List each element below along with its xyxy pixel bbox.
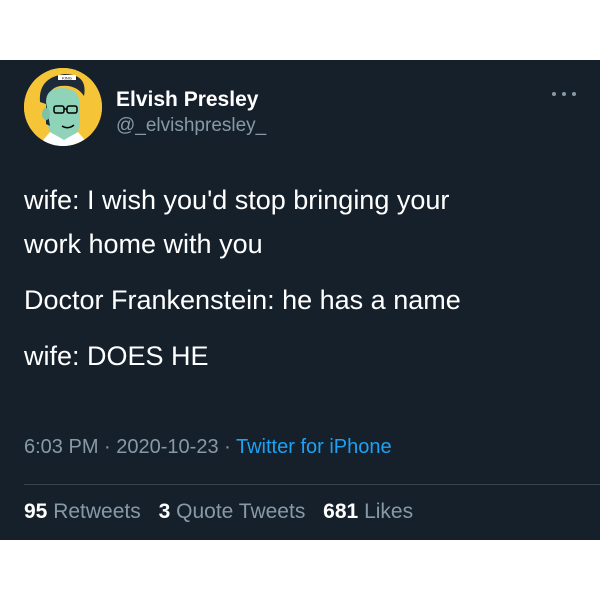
more-dots-icon[interactable] <box>552 88 576 100</box>
dot <box>552 92 556 96</box>
tweet-line: Doctor Frankenstein: he has a name <box>24 285 461 315</box>
retweets-count: 95 <box>24 500 48 523</box>
quote-tweets-label: Quote Tweets <box>176 500 306 523</box>
svg-text:KING: KING <box>62 76 72 81</box>
tweet-source-link[interactable]: Twitter for iPhone <box>236 436 392 458</box>
retweets-stat[interactable]: 95 Retweets <box>24 500 141 523</box>
tweet-header: KING Elvish Presley @_elvishpresley_ <box>24 68 576 148</box>
dot <box>562 92 566 96</box>
display-name[interactable]: Elvish Presley <box>116 88 266 112</box>
tweet-card: KING Elvish Presley @_elvishpresley_ wif… <box>0 60 600 540</box>
tweet-line: work home with you <box>24 229 263 259</box>
likes-label: Likes <box>364 500 414 523</box>
tweet-time[interactable]: 6:03 PM <box>24 436 98 458</box>
likes-count: 681 <box>323 500 359 523</box>
tweet-stats: 95 Retweets 3 Quote Tweets 681 Likes <box>24 500 425 524</box>
dot <box>572 92 576 96</box>
tweet-date[interactable]: 2020-10-23 <box>116 436 218 458</box>
tweet-meta: 6:03 PM · 2020-10-23 · Twitter for iPhon… <box>24 436 392 459</box>
tweet-line: wife: DOES HE <box>24 341 209 371</box>
separator: · <box>98 436 117 458</box>
quote-tweets-count: 3 <box>158 500 171 523</box>
avatar[interactable]: KING <box>24 68 102 146</box>
separator: · <box>218 436 236 458</box>
retweets-label: Retweets <box>53 500 141 523</box>
tweet-text: wife: I wish you'd stop bringing your wo… <box>24 178 576 378</box>
handle[interactable]: @_elvishpresley_ <box>116 114 266 138</box>
quote-tweets-stat[interactable]: 3 Quote Tweets <box>159 500 306 523</box>
likes-stat[interactable]: 681 Likes <box>323 500 413 523</box>
divider <box>24 484 600 485</box>
author-names: Elvish Presley @_elvishpresley_ <box>116 88 266 138</box>
cartoon-elvis-avatar-icon: KING <box>24 68 102 146</box>
tweet-line: wife: I wish you'd stop bringing your <box>24 185 450 215</box>
